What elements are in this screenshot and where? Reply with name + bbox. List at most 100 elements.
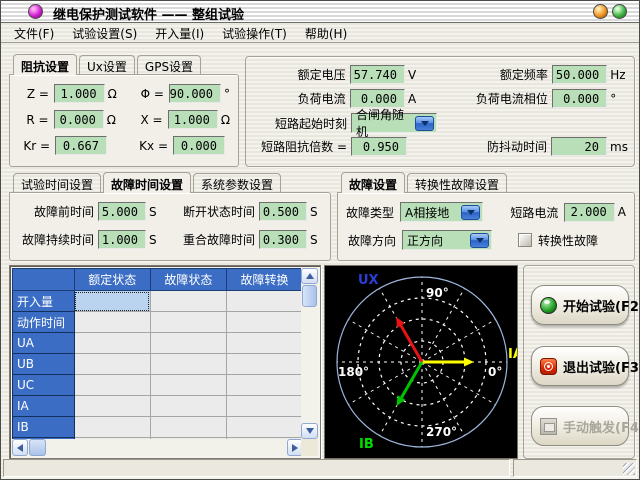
svg-text:90°: 90° <box>426 286 449 300</box>
pre-fault-field[interactable]: 5.000 <box>98 202 146 221</box>
tab-convert-fault[interactable]: 转换性故障设置 <box>407 173 507 192</box>
reclose-fault-label: 重合故障时间 <box>167 231 255 248</box>
table-cell[interactable] <box>226 291 302 312</box>
table-cell[interactable] <box>226 375 302 396</box>
scroll-down-icon[interactable] <box>301 423 318 439</box>
menu-test-operation[interactable]: 试验操作(T) <box>213 23 296 44</box>
horizontal-scrollbar-thumb[interactable] <box>29 439 46 456</box>
menu-file[interactable]: 文件(F) <box>5 23 63 44</box>
tab-gps[interactable]: GPS设置 <box>137 55 201 74</box>
fault-duration-unit: S <box>149 233 161 247</box>
chevron-down-icon[interactable] <box>461 205 480 220</box>
tab-sys-params[interactable]: 系统参数设置 <box>193 173 281 192</box>
vertical-scrollbar-thumb[interactable] <box>302 285 317 307</box>
convert-fault-label: 转换性故障 <box>538 232 598 249</box>
chevron-down-icon[interactable] <box>415 116 434 131</box>
start-icon <box>540 297 557 314</box>
table-cell[interactable] <box>150 312 226 333</box>
tab-fault-time[interactable]: 故障时间设置 <box>103 172 191 193</box>
kx-field[interactable]: 0.000 <box>173 136 225 155</box>
vertical-scrollbar[interactable] <box>301 268 318 439</box>
phi-label: Φ = <box>129 87 164 101</box>
open-state-label: 断开状态时间 <box>167 203 255 220</box>
table-cell[interactable] <box>150 375 226 396</box>
convert-fault-checkbox[interactable] <box>518 233 532 247</box>
table-cell[interactable] <box>226 354 302 375</box>
kr-field[interactable]: 0.667 <box>55 136 107 155</box>
minimize-button[interactable] <box>593 4 608 19</box>
fault-type-value: A相接地 <box>405 204 449 221</box>
load-current-unit: A <box>408 92 424 106</box>
table-cell[interactable] <box>74 396 150 417</box>
tab-ux[interactable]: Ux设置 <box>79 55 135 74</box>
fault-panel: 故障设置 转换性故障设置 故障类型 A相接地 短路电流 2.000 A 故障方向… <box>337 173 635 261</box>
menu-binary-input[interactable]: 开入量(I) <box>146 23 213 44</box>
pre-fault-label: 故障前时间 <box>18 203 94 220</box>
table-cell[interactable] <box>74 312 150 333</box>
table-cell[interactable] <box>74 417 150 438</box>
menu-test-settings[interactable]: 试验设置(S) <box>63 23 146 44</box>
table-cell[interactable] <box>150 354 226 375</box>
table-cell[interactable] <box>74 333 150 354</box>
z-unit: Ω <box>108 87 122 101</box>
time-panel: 试验时间设置 故障时间设置 系统参数设置 故障前时间 5.000 S 断开状态时… <box>9 173 331 261</box>
table-cell[interactable] <box>150 396 226 417</box>
exit-test-button[interactable]: 退出试验(F3) <box>531 346 629 386</box>
load-current-phase-field[interactable]: 0.000 <box>552 89 607 108</box>
phi-field[interactable]: 90.000 <box>169 84 221 103</box>
status-side-panel <box>513 459 637 477</box>
table-cell[interactable] <box>74 375 150 396</box>
scroll-up-icon[interactable] <box>301 268 318 284</box>
fault-duration-label: 故障持续时间 <box>18 231 94 248</box>
table-cell[interactable] <box>150 417 226 438</box>
reclose-fault-field[interactable]: 0.300 <box>259 230 307 249</box>
rated-frequency-label: 额定频率 <box>424 66 548 83</box>
fault-direction-value: 正方向 <box>407 232 443 249</box>
tab-impedance[interactable]: 阻抗设置 <box>13 54 77 75</box>
table-cell[interactable] <box>150 333 226 354</box>
resize-grip-icon[interactable] <box>623 463 635 475</box>
table-cell-selected[interactable] <box>74 291 150 312</box>
open-state-unit: S <box>310 205 318 219</box>
kr-label: Kr = <box>18 139 50 153</box>
x-unit: Ω <box>221 113 230 127</box>
menu-help[interactable]: 帮助(H) <box>296 23 356 44</box>
table-header-row: 额定状态 故障状态 故障转换 <box>13 269 303 291</box>
fault-direction-dropdown[interactable]: 正方向 <box>402 230 492 250</box>
tab-test-time[interactable]: 试验时间设置 <box>13 173 101 192</box>
short-start-dropdown[interactable]: 合闸角随机 <box>351 113 437 133</box>
r-unit: Ω <box>107 113 120 127</box>
chevron-down-icon[interactable] <box>470 233 489 248</box>
rated-voltage-field[interactable]: 57.740 <box>350 65 405 84</box>
fault-type-dropdown[interactable]: A相接地 <box>400 202 483 222</box>
svg-text:270°: 270° <box>426 425 457 439</box>
r-field[interactable]: 0.000 <box>54 110 104 129</box>
rated-frequency-field[interactable]: 50.000 <box>552 65 607 84</box>
impedance-panel: 阻抗设置 Ux设置 GPS设置 Z = 1.000 Ω Φ = 90.000 °… <box>9 55 239 167</box>
table-cell[interactable] <box>226 333 302 354</box>
z-field[interactable]: 1.000 <box>54 84 105 103</box>
table-cell[interactable] <box>226 417 302 438</box>
table-cell[interactable] <box>226 396 302 417</box>
manual-trigger-icon <box>540 418 557 435</box>
short-current-unit: A <box>618 205 626 219</box>
fault-duration-field[interactable]: 1.000 <box>98 230 146 249</box>
row-header: UB <box>13 354 75 375</box>
states-table: 额定状态 故障状态 故障转换 开入量 动作时间 UA <box>9 265 321 459</box>
horizontal-scrollbar[interactable] <box>12 439 303 456</box>
manual-trigger-button: 手动触发(F4) <box>531 406 629 446</box>
impedance-multiple-field[interactable]: 0.950 <box>351 137 407 156</box>
scroll-left-icon[interactable] <box>12 439 28 456</box>
open-state-field[interactable]: 0.500 <box>259 202 307 221</box>
menu-bar: 文件(F) 试验设置(S) 开入量(I) 试验操作(T) 帮助(H) <box>1 24 639 44</box>
close-button[interactable] <box>612 4 627 19</box>
start-test-button[interactable]: 开始试验(F2) <box>531 285 629 325</box>
x-field[interactable]: 1.000 <box>168 110 218 129</box>
table-cell[interactable] <box>150 291 226 312</box>
phasor-plot-svg: 90°0°180°270°UXIAIB <box>325 266 517 458</box>
debounce-field[interactable]: 20 <box>551 137 607 156</box>
short-current-field[interactable]: 2.000 <box>564 203 614 222</box>
tab-fault[interactable]: 故障设置 <box>341 172 405 193</box>
table-cell[interactable] <box>226 312 302 333</box>
table-cell[interactable] <box>74 354 150 375</box>
